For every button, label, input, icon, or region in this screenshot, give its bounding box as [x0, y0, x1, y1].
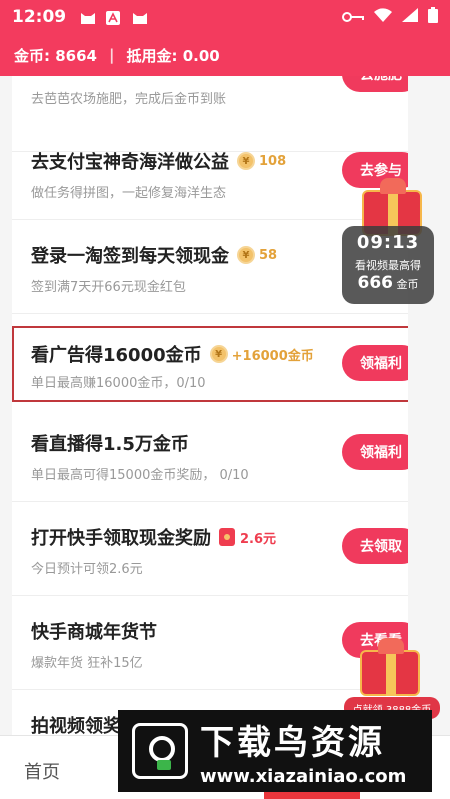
video-timer-widget[interactable]: 09:13 看视频最高得 666 金币: [342, 226, 434, 304]
task-title: 快手商城年货节: [31, 622, 157, 643]
a-app-icon: [106, 10, 122, 25]
timer-unit: 金币: [396, 278, 419, 291]
timer-countdown: 09:13: [356, 232, 420, 253]
watermark-overlay: 下载鸟资源 www.xiazainiao.com: [118, 710, 432, 792]
signal-icon: [402, 7, 418, 27]
reward-value: 2.6元: [240, 531, 277, 547]
task-desc: 签到满7天开66元现金红包: [31, 280, 186, 295]
task-item-kuaishou: 打开快手领取现金奖励 2.6元 今日预计可领2.6元 去领取: [12, 502, 408, 596]
status-time: 12:09: [12, 7, 67, 27]
watermark-url: www.xiazainiao.com: [200, 766, 407, 787]
coin-icon: ¥: [209, 345, 228, 363]
cat-app-icon: [80, 10, 96, 24]
task-button-ad-reward[interactable]: 领福利: [342, 345, 408, 381]
task-item-mall: 快手商城年货节 爆款年货 狂补15亿 去看看: [12, 596, 408, 690]
key-icon: [342, 7, 364, 27]
coins-balance: 金币: 8664: [14, 46, 97, 65]
task-item-live: 看直播得1.5万金币 单日最高可得15000金币奖励， 0/10 领福利: [12, 408, 408, 502]
task-button-claim[interactable]: 去领取: [342, 528, 408, 564]
coin-balance-bar: 金币: 8664 | 抵用金: 0.00: [0, 34, 450, 76]
task-title: 看广告得16000金币: [31, 345, 202, 366]
task-list: 去芭芭农场施肥，完成后金币到账 去施肥 去支付宝神奇海洋做公益 ¥ 108 做任…: [12, 76, 408, 776]
task-title: 打开快手领取现金奖励: [31, 528, 211, 549]
reward-value: 108: [259, 153, 287, 169]
bird-logo-icon: [132, 723, 188, 779]
task-title: 看直播得1.5万金币: [31, 434, 189, 455]
task-item-ad: 看广告得16000金币 ¥ +16000金币 单日最高赚16000金币，0/10…: [12, 326, 408, 404]
task-title: 去支付宝神奇海洋做公益: [31, 152, 229, 173]
deduct-balance: 抵用金: 0.00: [126, 46, 220, 65]
task-desc: 单日最高可得15000金币奖励， 0/10: [31, 468, 249, 483]
task-reward: ¥ 58: [237, 246, 277, 264]
task-desc: 今日预计可领2.6元: [31, 562, 143, 577]
task-button-fertilize[interactable]: 去施肥: [342, 76, 408, 92]
timer-amount: 666: [357, 273, 394, 293]
red-packet-icon: [219, 528, 235, 546]
wifi-icon: [374, 7, 392, 27]
watermark-title: 下载鸟资源: [200, 723, 385, 763]
coin-icon: ¥: [237, 246, 255, 264]
reward-value: +16000金币: [231, 348, 314, 364]
task-desc: 爆款年货 狂补15亿: [31, 656, 143, 671]
task-desc: 做任务得拼图，一起修复海洋生态: [31, 186, 227, 201]
task-reward: ¥ +16000金币: [209, 345, 314, 364]
task-item-ocean: 去支付宝神奇海洋做公益 ¥ 108 做任务得拼图，一起修复海洋生态 去参与: [12, 126, 408, 220]
task-desc: 去芭芭农场施肥，完成后金币到账: [31, 92, 227, 107]
nav-home[interactable]: 首页: [24, 758, 60, 784]
cat-app-icon-2: [132, 10, 148, 24]
timer-caption: 看视频最高得: [355, 259, 421, 272]
coin-icon: ¥: [237, 152, 255, 170]
task-title: 登录一淘签到每天领现金: [31, 246, 229, 267]
status-bar: 12:09: [0, 0, 450, 34]
task-button-live-reward[interactable]: 领福利: [342, 434, 408, 470]
divider: |: [108, 46, 115, 64]
task-reward: 2.6元: [219, 528, 276, 547]
task-desc: 单日最高赚16000金币，0/10: [31, 376, 206, 391]
reward-value: 58: [259, 247, 278, 263]
battery-icon: [428, 6, 438, 28]
task-reward: ¥ 108: [237, 152, 286, 170]
gift-box-icon-2[interactable]: [360, 638, 420, 696]
